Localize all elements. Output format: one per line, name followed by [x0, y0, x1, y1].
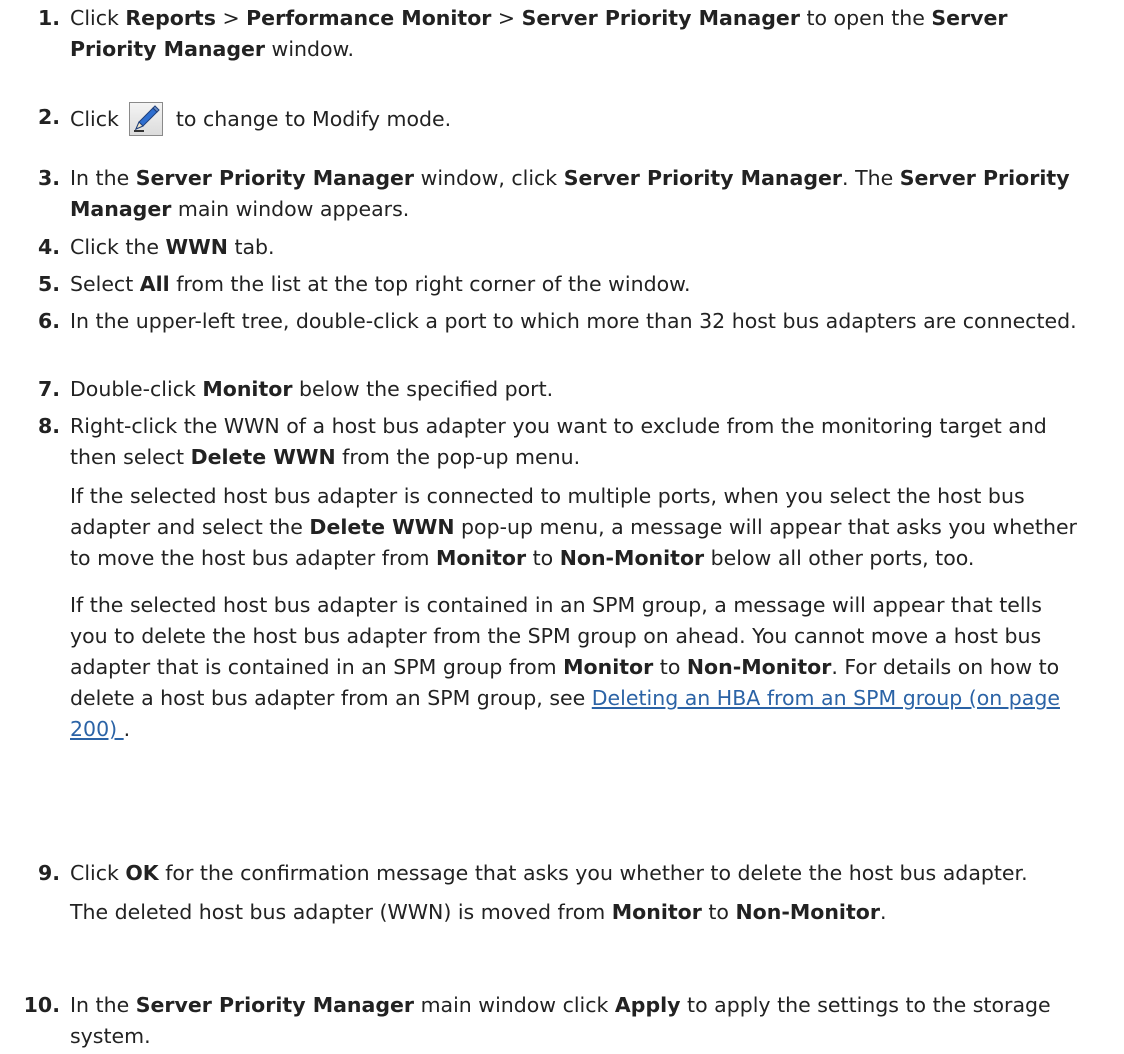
step-number: 4.: [37, 235, 60, 259]
ui-term: Monitor: [611, 900, 702, 924]
ui-term: Monitor: [202, 377, 293, 401]
step-text: If the selected host bus adapter is cont…: [70, 590, 1080, 745]
step-text: In the Server Priority Manager window, c…: [70, 163, 1080, 225]
step-text: If the selected host bus adapter is conn…: [70, 481, 1080, 574]
text-run: Click the: [70, 235, 166, 259]
text-run: Click: [70, 6, 126, 30]
text-run: >: [491, 6, 522, 30]
text-run: to: [701, 900, 736, 924]
text-run: In the: [70, 993, 136, 1017]
step-4: 4. Click the WWN tab.: [38, 232, 1080, 263]
step-9: 9. Click OK for the confirmation message…: [38, 858, 1080, 928]
text-run: below all other ports, too.: [704, 546, 975, 570]
ui-term: Performance Monitor: [246, 6, 492, 30]
ui-term: Delete WWN: [309, 515, 455, 539]
step-number: 8.: [37, 414, 60, 438]
ui-term: Delete WWN: [190, 445, 336, 469]
text-run: from the list at the top right corner of…: [169, 272, 691, 296]
step-5: 5. Select All from the list at the top r…: [38, 269, 1080, 300]
step-text: Select All from the list at the top righ…: [70, 269, 1080, 300]
procedure-document: 1. Click Reports > Performance Monitor >…: [0, 0, 1124, 1054]
ui-term: OK: [125, 861, 159, 885]
step-text: Double-click Monitor below the specified…: [70, 374, 1080, 405]
step-text: Click the WWN tab.: [70, 232, 1080, 263]
ui-term: Reports: [125, 6, 216, 30]
text-run: .: [879, 900, 887, 924]
step-1: 1. Click Reports > Performance Monitor >…: [38, 3, 1080, 65]
text-run: main window appears.: [171, 197, 410, 221]
text-run: main window click: [414, 993, 615, 1017]
ui-term: Server Priority Manager: [135, 166, 415, 190]
text-run: In the upper-left tree, double-click a p…: [70, 309, 1077, 333]
ui-term: Server Priority Manager: [135, 993, 415, 1017]
text-run: .: [123, 717, 131, 741]
text-run: Click: [70, 107, 126, 131]
step-number: 3.: [37, 166, 60, 190]
text-run: Click: [70, 861, 126, 885]
text-run: for the confirmation message that asks y…: [158, 861, 1028, 885]
text-run: window, click: [414, 166, 564, 190]
ui-term: Non-Monitor: [735, 900, 880, 924]
text-run: to: [653, 655, 687, 679]
step-text: The deleted host bus adapter (WWN) is mo…: [70, 897, 1080, 928]
step-number: 10.: [23, 993, 60, 1017]
step-number: 7.: [37, 377, 60, 401]
step-number: 9.: [37, 861, 60, 885]
ui-term: Server Priority Manager: [521, 6, 800, 30]
text-run: The deleted host bus adapter (WWN) is mo…: [70, 900, 612, 924]
step-number: 1.: [37, 6, 60, 30]
ui-term: Monitor: [563, 655, 654, 679]
step-3: 3. In the Server Priority Manager window…: [38, 163, 1080, 225]
text-run: Double-click: [70, 377, 203, 401]
step-6: 6. In the upper-left tree, double-click …: [38, 306, 1080, 337]
step-text: Click to change to Modify mode.: [70, 102, 1080, 136]
text-run: tab.: [227, 235, 275, 259]
ui-term: Apply: [614, 993, 681, 1017]
text-run: to change to Modify mode.: [169, 107, 452, 131]
ui-term: Non-Monitor: [559, 546, 705, 570]
text-run: Select: [70, 272, 140, 296]
step-7: 7. Double-click Monitor below the specif…: [38, 374, 1080, 405]
step-number: 5.: [37, 272, 60, 296]
step-2: 2. Click to change to Modify mode.: [38, 102, 1080, 136]
text-run: to open the: [799, 6, 932, 30]
step-10: 10. In the Server Priority Manager main …: [24, 990, 1080, 1052]
ui-term: All: [139, 272, 170, 296]
step-text: Click OK for the confirmation message th…: [70, 858, 1080, 889]
step-text: In the Server Priority Manager main wind…: [70, 990, 1080, 1052]
modify-pen-icon[interactable]: [129, 102, 164, 136]
ui-term: Non-Monitor: [686, 655, 832, 679]
ui-term: WWN: [165, 235, 228, 259]
text-run: window.: [265, 37, 354, 61]
ui-term: Monitor: [435, 546, 527, 570]
step-text: Right-click the WWN of a host bus adapte…: [70, 411, 1080, 473]
step-text: In the upper-left tree, double-click a p…: [70, 306, 1080, 337]
step-8: 8. Right-click the WWN of a host bus ada…: [38, 411, 1080, 745]
ui-term: Server Priority Manager: [563, 166, 843, 190]
text-run: >: [215, 6, 247, 30]
text-run: In the: [70, 166, 136, 190]
text-run: from the pop-up menu.: [335, 445, 581, 469]
step-text: Click Reports > Performance Monitor > Se…: [70, 3, 1080, 65]
text-run: . The: [842, 166, 900, 190]
text-run: below the specified port.: [292, 377, 554, 401]
step-number: 6.: [37, 309, 60, 333]
text-run: to: [526, 546, 560, 570]
step-number: 2.: [37, 105, 60, 129]
